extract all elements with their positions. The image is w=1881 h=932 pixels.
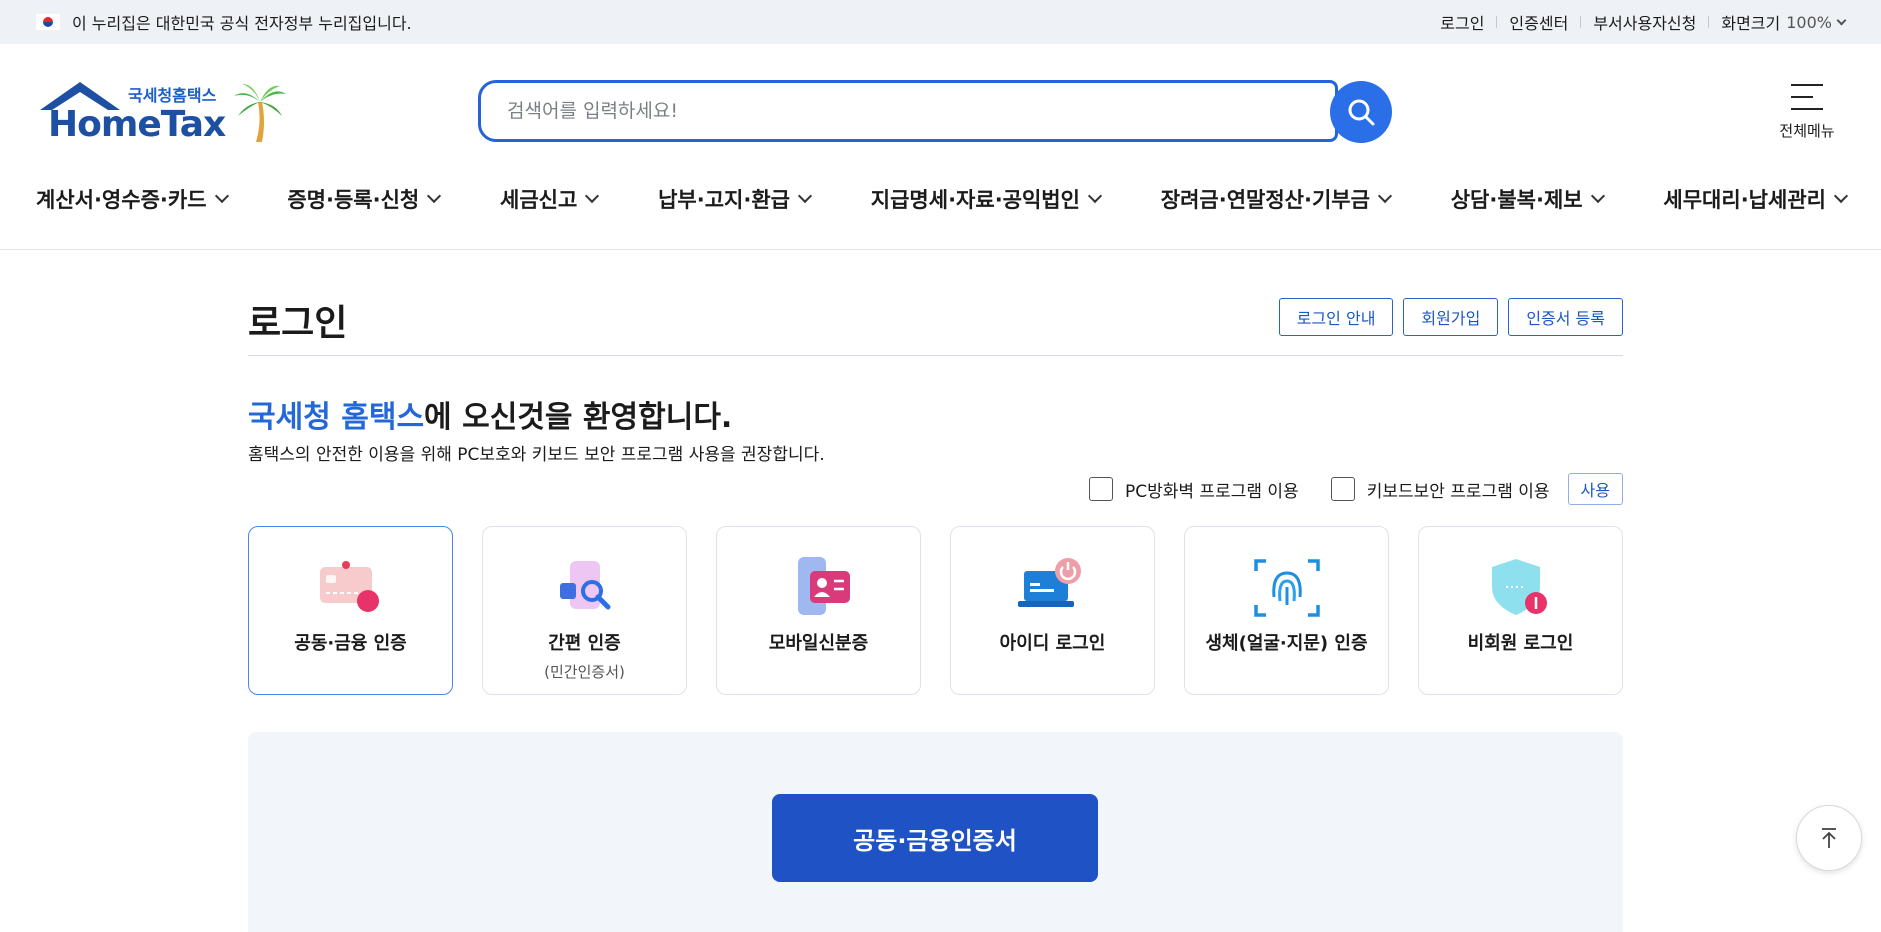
cert-center-link[interactable]: 인증센터 [1509, 10, 1568, 34]
zoom-label: 화면크기 [1721, 14, 1781, 33]
nav-label: 지급명세·자료·공익법인 [870, 188, 1080, 212]
hometax-logo[interactable]: 국세청홈택스 HomeTax [36, 80, 296, 150]
logo-subtitle: 국세청홈택스 [128, 86, 217, 105]
fingerprint-icon [1253, 559, 1320, 617]
dept-user-link[interactable]: 부서사용자신청 [1593, 10, 1696, 34]
divider [1496, 16, 1498, 28]
title-row: 로그인 로그인 안내 회원가입 인증서 등록 [248, 294, 1623, 356]
nav-label: 장려금·연말정산·기부금 [1160, 188, 1370, 212]
chevron-down-icon [1377, 188, 1392, 204]
nav-item-certificate[interactable]: 증명·등록·신청 [287, 184, 442, 214]
certificate-login-panel: 공동·금융인증서 [248, 732, 1623, 932]
welcome-text: 에 오신것을 환영합니다. [424, 400, 733, 435]
chevron-down-icon [1087, 188, 1103, 204]
divider [1708, 16, 1710, 28]
login-guide-button[interactable]: 로그인 안내 [1278, 298, 1394, 336]
certificate-login-button[interactable]: 공동·금융인증서 [772, 794, 1098, 882]
korea-flag-icon [36, 14, 60, 30]
arrow-up-icon [1822, 828, 1836, 848]
login-method-label: 아이디 로그인 [999, 633, 1106, 654]
chevron-down-icon [214, 188, 229, 204]
use-button[interactable]: 사용 [1567, 473, 1623, 505]
mobile-id-icon [797, 557, 850, 615]
login-method-mobile-id[interactable]: 모바일신분증 [716, 526, 921, 695]
login-method-label: 공동·금융 인증 [294, 633, 407, 654]
divider [1580, 16, 1582, 28]
login-method-guest[interactable]: 비회원 로그인 [1418, 526, 1623, 695]
scroll-top-button[interactable] [1796, 805, 1862, 871]
nav-label: 계산서·영수증·카드 [36, 188, 207, 212]
laptop-login-icon [1017, 558, 1081, 607]
chevron-down-icon [427, 188, 442, 204]
firewall-option[interactable]: PC방화벽 프로그램 이용 [1088, 477, 1299, 502]
firewall-checkbox[interactable] [1088, 477, 1113, 501]
main-nav: 계산서·영수증·카드 증명·등록·신청 세금신고 납부·고지·환급 지급명세·자… [36, 184, 1849, 214]
nav-label: 세금신고 [500, 188, 578, 212]
all-menu-button[interactable]: 전체메뉴 [1775, 84, 1839, 141]
login-method-label: 비회원 로그인 [1467, 633, 1574, 654]
gov-notice[interactable]: 이 누리집은 대한민국 공식 전자정부 누리집입니다. [36, 10, 412, 34]
keyboard-security-option[interactable]: 키보드보안 프로그램 이용 [1330, 477, 1550, 502]
chevron-down-icon [585, 188, 600, 204]
login-method-biometric[interactable]: 생체(얼굴·지문) 인증 [1184, 526, 1389, 695]
nav-item-statement[interactable]: 지급명세·자료·공익법인 [870, 184, 1103, 214]
nav-label: 납부·고지·환급 [658, 188, 790, 212]
utility-links: 로그인 인증센터 부서사용자신청 화면크기 100% [1440, 10, 1847, 34]
nav-item-payment[interactable]: 납부·고지·환급 [658, 184, 813, 214]
chevron-down-icon [1833, 188, 1849, 204]
keyboard-security-label: 키보드보안 프로그램 이용 [1366, 481, 1550, 502]
firewall-label: PC방화벽 프로그램 이용 [1124, 481, 1299, 502]
nav-label: 세무대리·납세관리 [1663, 188, 1826, 212]
security-description: 홈택스의 안전한 이용을 위해 PC보호와 키보드 보안 프로그램 사용을 권장… [248, 445, 825, 465]
logo-title: HomeTax [48, 104, 226, 145]
signup-button[interactable]: 회원가입 [1403, 298, 1499, 336]
chevron-down-icon [1836, 15, 1847, 25]
site-header: 국세청홈택스 HomeTax 전체메뉴 계산서·영수증·카드 증명·등록·신청 … [0, 44, 1881, 250]
top-login-link[interactable]: 로그인 [1440, 10, 1484, 34]
chevron-down-icon [1590, 188, 1605, 204]
register-cert-button[interactable]: 인증서 등록 [1508, 298, 1623, 336]
search-bar [478, 80, 1392, 144]
chevron-down-icon [797, 188, 813, 204]
simple-auth-icon [559, 561, 610, 610]
search-input[interactable] [478, 80, 1338, 142]
hamburger-icon [1791, 84, 1823, 110]
security-options: PC방화벽 프로그램 이용 키보드보안 프로그램 이용 사용 [1057, 473, 1623, 505]
title-buttons: 로그인 안내 회원가입 인증서 등록 [1278, 298, 1623, 336]
login-method-simple[interactable]: 간편 인증 (민간인증서) [482, 526, 687, 695]
welcome-heading: 국세청 홈택스에 오신것을 환영합니다. [248, 392, 732, 436]
palm-tree-icon [234, 84, 286, 142]
login-method-list: 공동·금융 인증 간편 인증 (민간인증서) 모바일신분증 아이디 로그인 생체… [248, 526, 1623, 695]
nav-item-consult[interactable]: 상담·불복·제보 [1450, 184, 1605, 214]
login-method-id[interactable]: 아이디 로그인 [950, 526, 1155, 695]
zoom-value: 100% [1786, 12, 1832, 32]
gov-notice-text: 이 누리집은 대한민국 공식 전자정부 누리집입니다. [72, 14, 412, 33]
search-button[interactable] [1330, 81, 1392, 143]
nav-label: 상담·불복·제보 [1450, 188, 1583, 212]
keyboard-security-checkbox[interactable] [1330, 477, 1355, 501]
nav-item-tax-report[interactable]: 세금신고 [500, 184, 600, 214]
search-icon [1348, 99, 1375, 126]
login-method-label: 생체(얼굴·지문) 인증 [1205, 633, 1368, 654]
gov-banner: 이 누리집은 대한민국 공식 전자정부 누리집입니다. 로그인 인증센터 부서사… [0, 0, 1881, 44]
nav-item-incentive[interactable]: 장려금·연말정산·기부금 [1160, 184, 1392, 214]
certificate-card-icon [319, 561, 379, 612]
zoom-control[interactable]: 화면크기 100% [1721, 10, 1847, 34]
login-method-certificate[interactable]: 공동·금융 인증 [248, 526, 453, 695]
login-method-label: 간편 인증 [548, 633, 621, 654]
nav-item-invoice[interactable]: 계산서·영수증·카드 [36, 184, 229, 214]
shield-icon [1491, 559, 1547, 615]
nav-item-agent[interactable]: 세무대리·납세관리 [1663, 184, 1849, 214]
login-method-sublabel: (민간인증서) [544, 663, 625, 681]
all-menu-label: 전체메뉴 [1779, 122, 1835, 140]
login-method-label: 모바일신분증 [768, 633, 869, 654]
nav-label: 증명·등록·신청 [287, 188, 420, 212]
welcome-highlight: 국세청 홈택스 [248, 400, 425, 435]
